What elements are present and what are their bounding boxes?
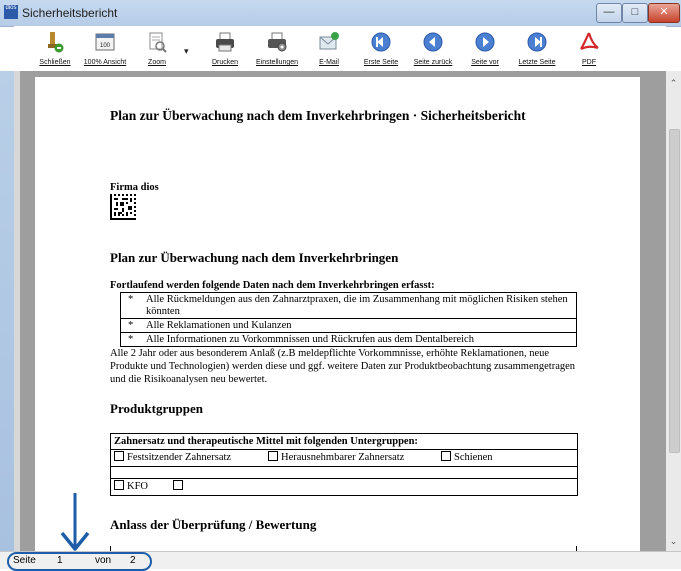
bullet-row: * Alle Informationen zu Vorkommnissen un… [121,333,576,347]
plan-paragraph: Alle 2 Jahr oder aus besonderem Anlaß (z… [110,348,576,385]
checkbox-icon [114,480,124,490]
printer-settings-icon [268,32,287,52]
product-groups-header: Zahnersatz und therapeutische Mittel mit… [111,434,577,450]
last-page-icon [527,32,547,52]
pdf-icon [580,32,599,50]
scrollbar-thumb[interactable] [669,129,680,453]
first-page-icon [371,32,391,52]
checkbox-label: Schienen [454,452,493,463]
bullet-text: Alle Informationen zu Vorkommnissen und … [146,334,474,345]
toolbar-label: E-Mail [319,59,339,66]
checkbox-label: KFO [127,481,149,492]
pdf-export-button[interactable]: PDF [564,26,614,71]
viewer-left-margin [14,71,20,551]
scroll-down-icon[interactable]: ⌄ [666,533,681,549]
scroll-up-icon[interactable]: ⌃ [666,75,681,91]
checkbox-unlabeled[interactable] [173,479,186,495]
bullet-table: * Alle Rückmeldungen aus den Zahnarztpra… [120,292,577,347]
qr-code-icon [110,194,136,220]
toolbar-label: Erste Seite [363,59,399,66]
zoom-100-icon: 100 [95,33,115,51]
title-bar: dios Sicherheitsbericht — □ ✕ [0,0,681,27]
zoom-100-icon-text: 100 [100,43,111,49]
product-groups-row: KFO [111,479,577,495]
checkbox-icon [114,451,124,461]
toolbar-label: Zoom [148,59,166,66]
checkbox-removable-prosthesis[interactable]: Herausnehmbarer Zahnersatz [268,450,404,466]
next-page-icon [475,32,495,52]
zoom-icon [149,32,167,53]
bullet-text: Alle Reklamationen und Kulanzen [146,320,292,331]
toolbar-label: PDF [582,59,596,66]
close-window-button[interactable]: ✕ [648,3,680,23]
section-heading-plan: Plan zur Überwachung nach dem Inverkehrb… [110,250,399,265]
printer-icon [216,32,234,52]
app-logo-icon: dios [4,5,18,19]
email-icon [319,32,339,50]
toolbar-label: Schließen [39,59,71,66]
close-app-icon [48,32,64,53]
close-document-button[interactable]: Schließen [30,26,80,71]
next-page-button[interactable]: Seite vor [460,26,510,71]
zoom-dropdown-arrow[interactable]: ▾ [184,46,189,57]
section-heading-review: Anlass der Überprüfung / Bewertung [110,517,317,532]
window-frame-left [0,71,14,551]
toolbar-label: Letzte Seite [518,59,556,66]
checkbox-label: Festsitzender Zahnersatz [127,452,232,463]
checkbox-icon [173,480,183,490]
zoom-button[interactable]: Zoom [132,26,182,71]
product-groups-empty-row [111,467,577,479]
checkbox-fixed-prosthesis[interactable]: Festsitzender Zahnersatz [114,450,231,466]
email-button[interactable]: E-Mail [304,26,354,71]
section-lead-text: Fortlaufend werden folgende Daten nach d… [110,280,435,291]
product-groups-row: Festsitzender Zahnersatz Herausnehmbarer… [111,450,577,467]
maximize-button[interactable]: □ [622,3,648,23]
previous-page-icon [423,32,443,52]
down-arrow-icon [60,493,90,551]
checkbox-icon [268,451,278,461]
document-page: Plan zur Überwachung nach dem Inverkehrb… [35,77,640,551]
bullet-marker: * [128,294,134,305]
toolbar-label: Einstellungen [255,59,299,66]
window-title: Sicherheitsbericht [22,6,118,20]
checkbox-splints[interactable]: Schienen [441,450,493,466]
first-page-button[interactable]: Erste Seite [356,26,406,71]
bullet-row: * Alle Reklamationen und Kulanzen [121,319,576,333]
bullet-marker: * [128,334,134,345]
print-button[interactable]: Drucken [200,26,250,71]
checkbox-icon [441,451,451,461]
toolbar: Schließen 100 100% Ansicht Zoom ▾ Drucke… [14,26,666,72]
product-groups-table: Zahnersatz und therapeutische Mittel mit… [110,433,578,496]
toolbar-label: Seite vor [471,59,499,66]
bullet-marker: * [128,320,134,331]
last-page-button[interactable]: Letzte Seite [512,26,562,71]
vertical-scrollbar[interactable]: ⌃ ⌄ [666,71,681,551]
document-title: Plan zur Überwachung nach dem Inverkehrb… [110,108,526,123]
checkbox-label: Herausnehmbarer Zahnersatz [281,452,405,463]
minimize-button[interactable]: — [596,3,622,23]
bullet-text: Alle Rückmeldungen aus den Zahnarztpraxe… [146,294,568,317]
toolbar-label: 100% Ansicht [83,59,127,66]
toolbar-label: Drucken [211,59,239,66]
print-settings-button[interactable]: Einstellungen [252,26,302,71]
section-heading-groups: Produktgruppen [110,401,203,416]
checkbox-kfo[interactable]: KFO [114,479,148,495]
company-name: Firma dios [110,182,159,193]
toolbar-label: Seite zurück [413,59,453,66]
bullet-row: * Alle Rückmeldungen aus den Zahnarztpra… [121,293,576,319]
previous-page-button[interactable]: Seite zurück [408,26,458,71]
zoom-100-button[interactable]: 100 100% Ansicht [80,26,130,71]
